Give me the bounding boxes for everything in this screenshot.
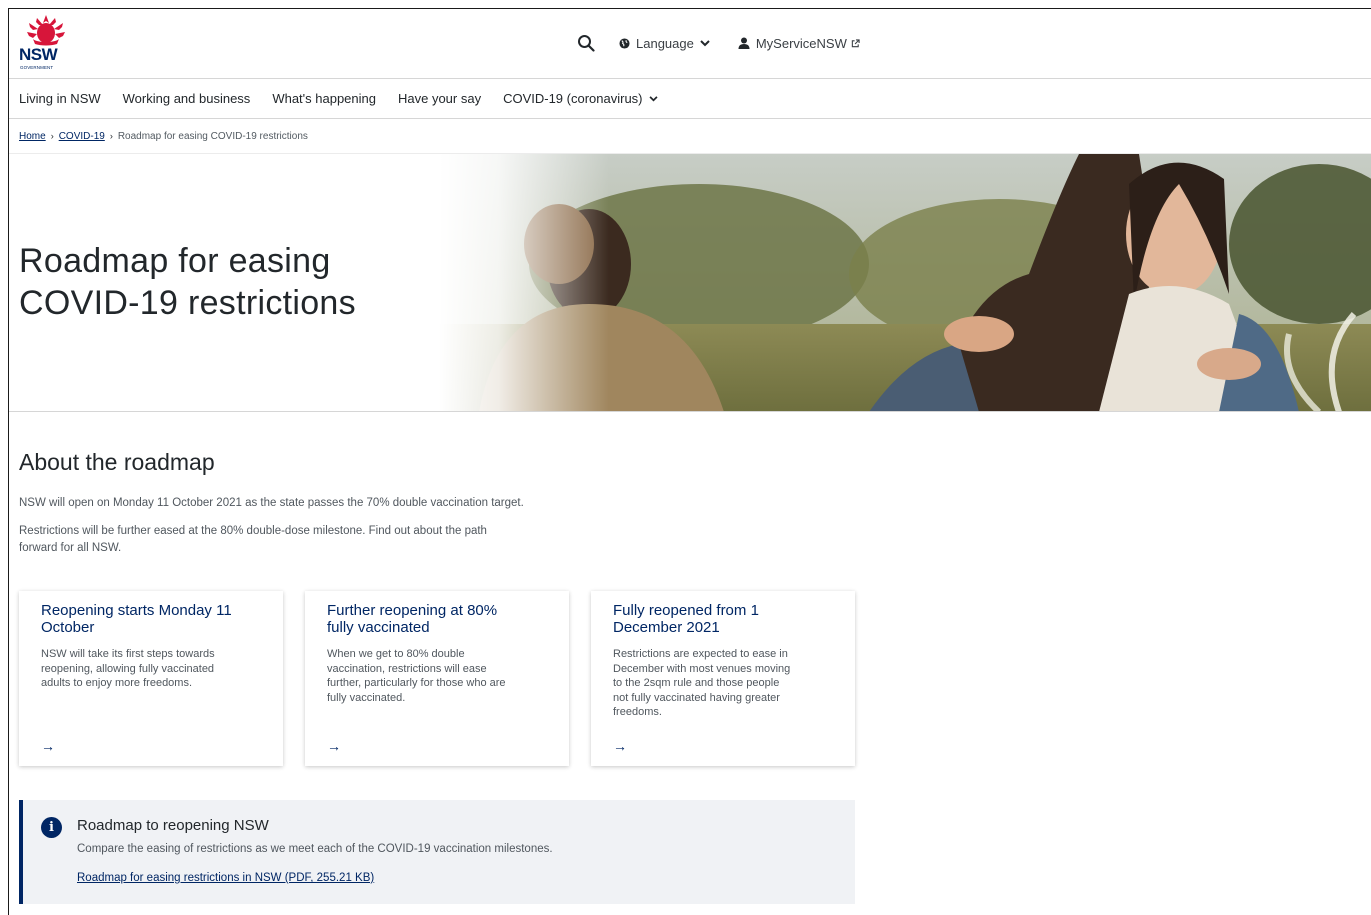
card-body-line: reopening, allowing fully vaccinated	[41, 662, 215, 675]
card-body: When we get to 80% double vaccination, r…	[327, 647, 547, 705]
language-label: Language	[636, 35, 694, 51]
language-selector[interactable]: Language	[619, 36, 716, 51]
logo-subtitle: GOVERNMENT	[20, 65, 54, 70]
hero-banner: Roadmap for easing COVID-19 restrictions	[9, 154, 1371, 412]
arrow-right-icon[interactable]: →	[327, 738, 341, 754]
search-button[interactable]	[575, 32, 597, 54]
card-body: NSW will take its first steps towards re…	[41, 647, 261, 691]
page-title: Roadmap for easing COVID-19 restrictions	[19, 240, 356, 324]
breadcrumb: Home › COVID-19 › Roadmap for easing COV…	[9, 119, 1371, 154]
arrow-right-icon[interactable]: →	[41, 738, 55, 754]
card-title: Further reopening at 80% fully vaccinate…	[327, 602, 547, 636]
card-title-line: December 2021	[613, 619, 720, 636]
chevron-down-icon	[700, 39, 710, 46]
card-fully-reopened[interactable]: Fully reopened from 1 December 2021 Rest…	[591, 591, 855, 766]
nav-have-your-say[interactable]: Have your say	[398, 91, 481, 106]
site-header: NSW GOVERNMENT Language MyServiceNSW	[9, 9, 1371, 79]
breadcrumb-home[interactable]: Home	[19, 131, 46, 142]
card-body-line: vaccination, restrictions will ease	[327, 662, 487, 675]
search-icon	[578, 35, 595, 52]
page: NSW GOVERNMENT Language MyServiceNSW Liv…	[8, 8, 1371, 915]
nav-whats-happening[interactable]: What's happening	[272, 91, 376, 106]
breadcrumb-separator: ›	[50, 131, 54, 141]
about-paragraph-1: NSW will open on Monday 11 October 2021 …	[19, 497, 524, 509]
utility-bar: Language MyServiceNSW	[575, 31, 888, 55]
page-title-line-2: COVID-19 restrictions	[19, 284, 356, 322]
card-body-line: not fully vaccinated having greater	[613, 691, 780, 704]
card-body-line: adults to enjoy more freedoms.	[41, 677, 193, 689]
page-title-line-1: Roadmap for easing	[19, 242, 331, 280]
card-title-line: Further reopening at 80%	[327, 602, 498, 619]
card-title: Reopening starts Monday 11 October	[41, 602, 261, 636]
roadmap-cards: Reopening starts Monday 11 October NSW w…	[19, 591, 877, 766]
card-body: Restrictions are expected to ease in Dec…	[613, 647, 833, 720]
about-paragraph-2: Restrictions will be further eased at th…	[19, 523, 579, 557]
card-body-line: When we get to 80% double	[327, 648, 465, 660]
card-title-line: October	[41, 619, 95, 636]
nav-living-in-nsw[interactable]: Living in NSW	[19, 91, 101, 106]
about-paragraph-2-line-1: Restrictions will be further eased at th…	[19, 525, 487, 537]
card-body-line: to the 2sqm rule and those people	[613, 677, 780, 689]
nav-covid-19-label: COVID-19 (coronavirus)	[503, 91, 643, 106]
card-body-line: further, particularly for those who are	[327, 677, 506, 689]
card-body-line: freedoms.	[613, 706, 662, 718]
card-body-line: Restrictions are expected to ease in	[613, 648, 788, 660]
card-body-line: NSW will take its first steps towards	[41, 648, 215, 660]
chevron-down-icon	[648, 95, 658, 101]
about-section: About the roadmap NSW will open on Monda…	[19, 449, 579, 568]
waratah-icon	[27, 15, 65, 46]
myservicensw-label: MyServiceNSW	[755, 35, 847, 51]
info-icon: i	[41, 817, 62, 838]
breadcrumb-current: Roadmap for easing COVID-19 restrictions	[117, 130, 308, 142]
roadmap-pdf-link[interactable]: Roadmap for easing restrictions in NSW (…	[77, 872, 374, 884]
logo-wordmark: NSW	[19, 45, 58, 64]
card-title-line: Reopening starts Monday 11	[41, 602, 232, 619]
nav-covid-19[interactable]: COVID-19 (coronavirus)	[503, 91, 658, 106]
about-heading: About the roadmap	[19, 449, 215, 475]
about-paragraph-2-line-2: forward for all NSW.	[19, 542, 122, 554]
card-further-reopening[interactable]: Further reopening at 80% fully vaccinate…	[305, 591, 569, 766]
myservicensw-link[interactable]: MyServiceNSW	[738, 36, 866, 51]
breadcrumb-separator: ›	[109, 131, 113, 141]
nsw-government-logo[interactable]: NSW GOVERNMENT	[19, 13, 73, 73]
card-title-line: fully vaccinated	[327, 619, 430, 636]
card-body-line: fully vaccinated.	[327, 691, 406, 704]
info-callout: i Roadmap to reopening NSW Compare the e…	[19, 800, 855, 904]
card-title-line: Fully reopened from 1	[613, 602, 759, 619]
breadcrumb-covid-19[interactable]: COVID-19	[59, 131, 105, 142]
nav-working-and-business[interactable]: Working and business	[123, 91, 251, 106]
card-reopening-starts[interactable]: Reopening starts Monday 11 October NSW w…	[19, 591, 283, 766]
user-icon	[738, 37, 750, 49]
callout-title: Roadmap to reopening NSW	[77, 817, 269, 834]
main-navigation: Living in NSW Working and business What'…	[9, 79, 1371, 119]
callout-text: Compare the easing of restrictions as we…	[77, 843, 553, 855]
card-title: Fully reopened from 1 December 2021	[613, 602, 833, 636]
arrow-right-icon[interactable]: →	[613, 738, 627, 754]
external-link-icon	[851, 38, 860, 47]
card-body-line: December with most venues moving	[613, 662, 791, 675]
globe-icon	[619, 37, 630, 49]
hero-fade-overlay	[439, 154, 609, 411]
